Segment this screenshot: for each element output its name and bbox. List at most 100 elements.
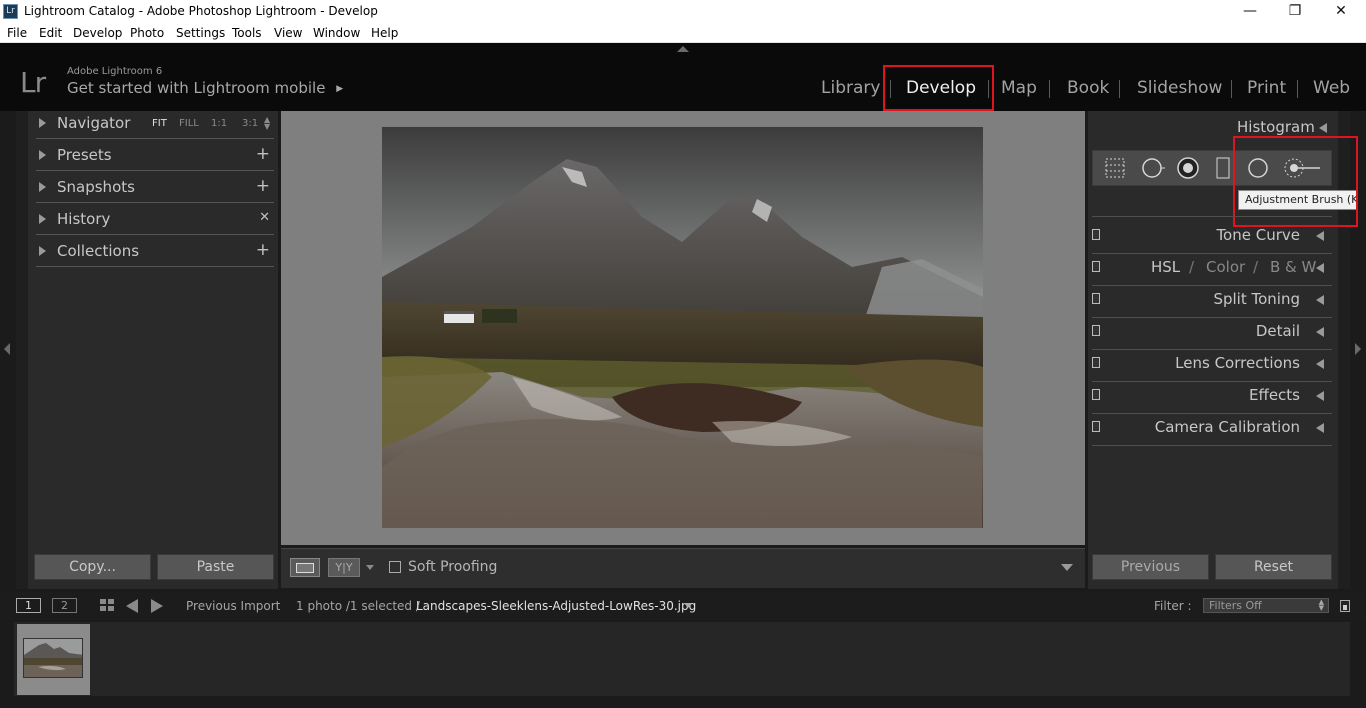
divider xyxy=(1092,285,1332,286)
hsl-header[interactable]: HSL / Color / B & W xyxy=(1092,256,1332,286)
before-after-button[interactable]: Y|Y xyxy=(328,558,360,577)
panel-switch-icon[interactable] xyxy=(1092,293,1100,304)
divider xyxy=(1092,253,1332,254)
develop-highlight-box xyxy=(883,65,994,111)
panel-switch-icon[interactable] xyxy=(1092,357,1100,368)
effects-header[interactable]: Effects xyxy=(1092,384,1332,414)
menu-view[interactable]: View xyxy=(274,26,302,40)
window-title-bar: Lr Lightroom Catalog - Adobe Photoshop L… xyxy=(0,0,1366,22)
menu-tools[interactable]: Tools xyxy=(232,26,262,40)
toolbar-menu-icon[interactable] xyxy=(1061,564,1073,571)
navigator-3-1[interactable]: 3:1 xyxy=(242,118,258,129)
previous-button[interactable]: Previous xyxy=(1092,554,1209,580)
mobile-prompt-text: Get started with Lightroom mobile xyxy=(67,79,326,97)
zoom-stepper-icon[interactable]: ▲ ▼ xyxy=(264,116,270,131)
presets-header[interactable]: Presets + xyxy=(36,143,274,171)
lens-corrections-header[interactable]: Lens Corrections xyxy=(1092,352,1332,382)
second-window-button[interactable]: 2 xyxy=(52,598,77,613)
divider xyxy=(1092,413,1332,414)
grid-view-icon[interactable] xyxy=(100,599,115,612)
right-panel-toggle-icon[interactable] xyxy=(1355,343,1361,355)
filmstrip-thumbnail[interactable] xyxy=(23,638,83,678)
menu-photo[interactable]: Photo xyxy=(130,26,164,40)
module-print[interactable]: Print xyxy=(1247,78,1286,98)
navigator-header[interactable]: Navigator FIT FILL 1:1 3:1 ▲ ▼ xyxy=(36,111,274,139)
filter-select[interactable]: Filters Off ▲ ▼ xyxy=(1203,598,1329,613)
menu-file[interactable]: File xyxy=(7,26,27,40)
collapse-top-icon[interactable] xyxy=(677,46,689,52)
collections-header[interactable]: Collections + xyxy=(36,239,274,267)
menu-help[interactable]: Help xyxy=(371,26,398,40)
mobile-prompt-link[interactable]: Get started with Lightroom mobile ▶ xyxy=(67,79,343,97)
filter-lock-icon[interactable] xyxy=(1340,600,1350,612)
menu-edit[interactable]: Edit xyxy=(39,26,62,40)
split-toning-header[interactable]: Split Toning xyxy=(1092,288,1332,318)
main-window-button[interactable]: 1 xyxy=(16,598,41,613)
module-book[interactable]: Book xyxy=(1067,78,1109,98)
minimize-button[interactable]: — xyxy=(1227,0,1273,22)
restore-button[interactable]: ❐ xyxy=(1272,0,1318,22)
menu-develop[interactable]: Develop xyxy=(73,26,122,40)
filmstrip-bar: 1 2 Previous Import 1 photo /1 selected … xyxy=(0,592,1366,620)
expand-arrow-icon xyxy=(1316,231,1324,241)
detail-header[interactable]: Detail xyxy=(1092,320,1332,350)
histogram-collapse-icon[interactable] xyxy=(1319,123,1327,133)
module-slideshow[interactable]: Slideshow xyxy=(1137,78,1222,98)
module-library[interactable]: Library xyxy=(821,78,880,98)
clear-history-icon[interactable]: ✕ xyxy=(259,210,270,225)
graduated-filter-icon[interactable] xyxy=(1211,156,1235,180)
divider xyxy=(1092,349,1332,350)
panel-switch-icon[interactable] xyxy=(1092,261,1100,272)
camera-calibration-label: Camera Calibration xyxy=(1154,418,1300,436)
collections-label: Collections xyxy=(57,242,140,260)
left-panel-toggle-icon[interactable] xyxy=(4,343,10,355)
hsl-label[interactable]: HSL xyxy=(1151,258,1180,276)
filename-dropdown-icon[interactable] xyxy=(684,603,692,608)
panel-switch-icon[interactable] xyxy=(1092,325,1100,336)
menu-window[interactable]: Window xyxy=(313,26,360,40)
history-header[interactable]: History ✕ xyxy=(36,207,274,235)
navigator-fit[interactable]: FIT xyxy=(152,118,167,129)
add-preset-icon[interactable]: + xyxy=(256,144,270,164)
filename-label[interactable]: Landscapes-Sleeklens-Adjusted-LowRes-30.… xyxy=(416,599,696,613)
navigator-fill[interactable]: FILL xyxy=(179,118,199,129)
red-eye-icon[interactable] xyxy=(1176,156,1200,180)
divider xyxy=(36,266,274,267)
before-after-dropdown-icon[interactable] xyxy=(366,565,374,570)
loupe-view-button[interactable] xyxy=(290,558,320,577)
reset-button[interactable]: Reset xyxy=(1215,554,1332,580)
divider xyxy=(36,234,274,235)
tone-curve-label: Tone Curve xyxy=(1216,226,1300,244)
next-photo-icon[interactable] xyxy=(151,599,163,613)
add-collection-icon[interactable]: + xyxy=(256,240,270,260)
spot-removal-icon[interactable] xyxy=(1141,156,1165,180)
expand-arrow-icon xyxy=(39,118,46,128)
history-label: History xyxy=(57,210,111,228)
add-snapshot-icon[interactable]: + xyxy=(256,176,270,196)
panel-switch-icon[interactable] xyxy=(1092,229,1100,240)
histogram-label[interactable]: Histogram xyxy=(1237,118,1315,136)
soft-proofing-checkbox[interactable] xyxy=(389,561,401,573)
camera-calibration-header[interactable]: Camera Calibration xyxy=(1092,416,1332,446)
menu-settings[interactable]: Settings xyxy=(176,26,225,40)
loupe-view-icon xyxy=(296,563,314,573)
previous-photo-icon[interactable] xyxy=(126,599,138,613)
tone-curve-header[interactable]: Tone Curve xyxy=(1092,224,1332,254)
navigator-1-1[interactable]: 1:1 xyxy=(211,118,227,129)
left-edge-strip[interactable] xyxy=(16,111,28,589)
play-arrow-icon: ▶ xyxy=(336,84,344,94)
panel-switch-icon[interactable] xyxy=(1092,389,1100,400)
bw-label[interactable]: B & W xyxy=(1270,258,1316,276)
module-web[interactable]: Web xyxy=(1313,78,1350,98)
color-label[interactable]: Color xyxy=(1206,258,1245,276)
copy-button[interactable]: Copy... xyxy=(34,554,151,580)
crop-overlay-icon[interactable] xyxy=(1103,156,1127,180)
close-button[interactable]: ✕ xyxy=(1318,0,1364,22)
source-label[interactable]: Previous Import xyxy=(186,599,280,613)
paste-button[interactable]: Paste xyxy=(157,554,274,580)
panel-switch-icon[interactable] xyxy=(1092,421,1100,432)
split-toning-label: Split Toning xyxy=(1213,290,1300,308)
snapshots-header[interactable]: Snapshots + xyxy=(36,175,274,203)
module-map[interactable]: Map xyxy=(1001,78,1037,98)
main-photo[interactable] xyxy=(382,127,983,528)
